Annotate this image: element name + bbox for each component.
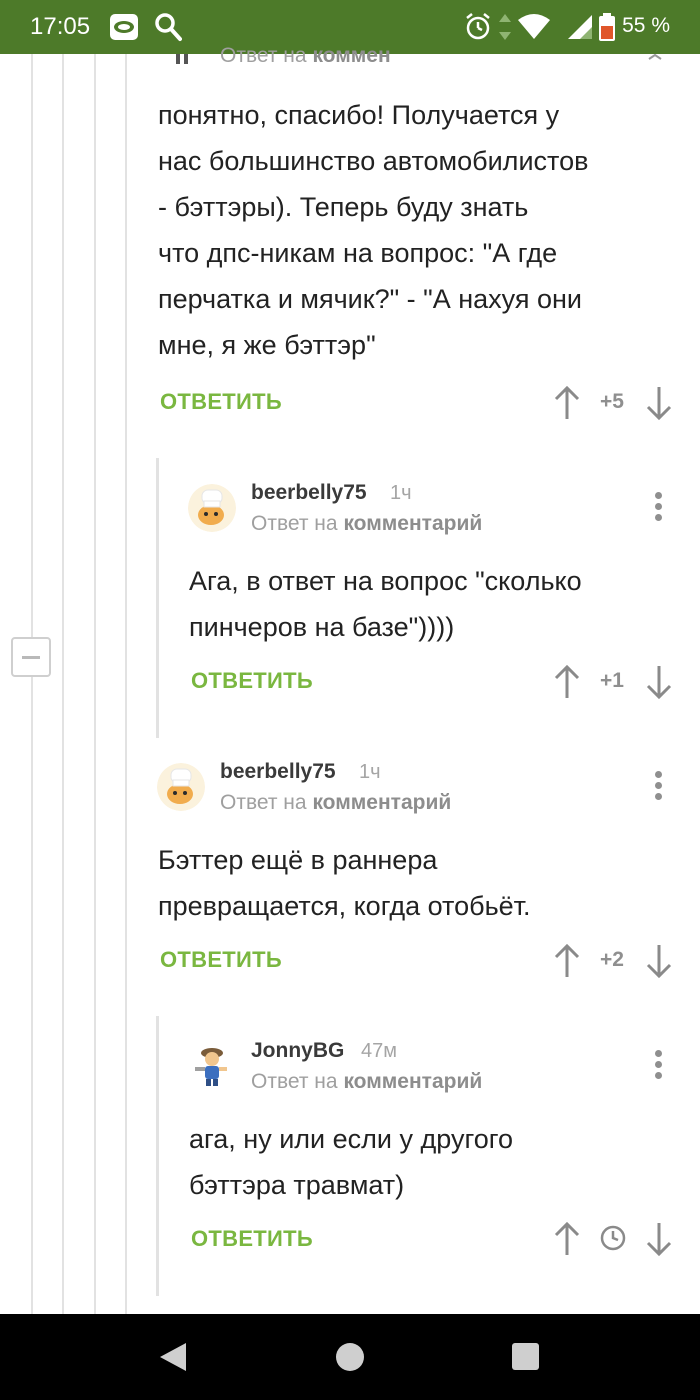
comment-text: понятно, спасибо! Получается у нас больш… (158, 100, 589, 360)
comment-age: 47м (361, 1040, 397, 1062)
reply-to-label[interactable]: Ответ на комментарий (251, 1070, 482, 1094)
search-icon (155, 13, 182, 41)
comment-author[interactable]: beerbelly75 (220, 760, 336, 784)
thread-line (94, 54, 96, 1314)
thread-line (31, 54, 33, 637)
chevron-up-icon[interactable] (648, 54, 662, 60)
reply-button[interactable]: ОТВЕТИТЬ (160, 947, 282, 973)
comment-rating: +2 (600, 948, 624, 971)
comment-rating: +5 (600, 390, 624, 413)
clock-icon (600, 1225, 626, 1251)
back-icon[interactable] (158, 1341, 188, 1373)
home-icon[interactable] (336, 1343, 364, 1371)
reply-to-label[interactable]: Ответ на комментарий (220, 791, 451, 815)
comment-text: Ага, в ответ на вопрос "сколько пинчеров… (189, 566, 582, 642)
comment-text: Бэттер ещё в раннера превращается, когда… (158, 845, 531, 921)
recent-apps-icon[interactable] (512, 1343, 539, 1370)
comment-text: ага, ну или если у другого бэттэра травм… (189, 1124, 513, 1200)
comment-rating: +1 (600, 669, 624, 692)
thread-line (31, 677, 33, 1314)
reply-button[interactable]: ОТВЕТИТЬ (191, 668, 313, 694)
upvote-arrow-icon[interactable] (552, 1220, 582, 1258)
avatar-image (188, 484, 236, 532)
wifi-icon (518, 14, 550, 39)
alarm-icon (466, 13, 490, 40)
comment-author[interactable]: beerbelly75 (251, 481, 367, 505)
downvote-arrow-icon[interactable] (644, 384, 674, 422)
avatar[interactable] (188, 484, 236, 532)
reply-button[interactable]: ОТВЕТИТЬ (191, 1226, 313, 1252)
data-arrows-icon (499, 14, 511, 40)
thread-line (62, 54, 64, 1314)
avatar (176, 54, 188, 64)
comment-age: 1ч (359, 761, 381, 783)
reply-to-label: Ответ на комментарии (220, 46, 391, 67)
comment-author[interactable]: JonnyBG (251, 1039, 344, 1063)
battery-icon (599, 13, 615, 41)
collapse-thread-button[interactable] (11, 637, 51, 677)
avatar[interactable] (188, 1041, 236, 1089)
status-time: 17:05 (30, 13, 91, 40)
reply-to-label[interactable]: Ответ на комментарий (251, 512, 482, 536)
more-options-icon[interactable] (652, 492, 664, 524)
navigation-bar (0, 1314, 700, 1400)
reply-button[interactable]: ОТВЕТИТЬ (160, 389, 282, 415)
more-options-icon[interactable] (652, 1050, 664, 1082)
more-options-icon[interactable] (652, 771, 664, 803)
battery-percent: 55 % (622, 14, 670, 37)
nested-thread-line (156, 1016, 159, 1296)
avatar-image (157, 763, 205, 811)
upvote-arrow-icon[interactable] (552, 942, 582, 980)
comment-age: 1ч (390, 482, 412, 504)
signal-icon (568, 15, 592, 39)
upvote-arrow-icon[interactable] (552, 384, 582, 422)
partial-comment-header: Ответ на комментарии (160, 46, 391, 70)
upvote-arrow-icon[interactable] (552, 663, 582, 701)
avatar-image (188, 1041, 236, 1089)
nested-thread-line (156, 458, 159, 738)
downvote-arrow-icon[interactable] (644, 663, 674, 701)
thread-line (125, 54, 127, 1314)
downvote-arrow-icon[interactable] (644, 1220, 674, 1258)
camera-app-icon (110, 14, 138, 40)
downvote-arrow-icon[interactable] (644, 942, 674, 980)
avatar[interactable] (157, 763, 205, 811)
